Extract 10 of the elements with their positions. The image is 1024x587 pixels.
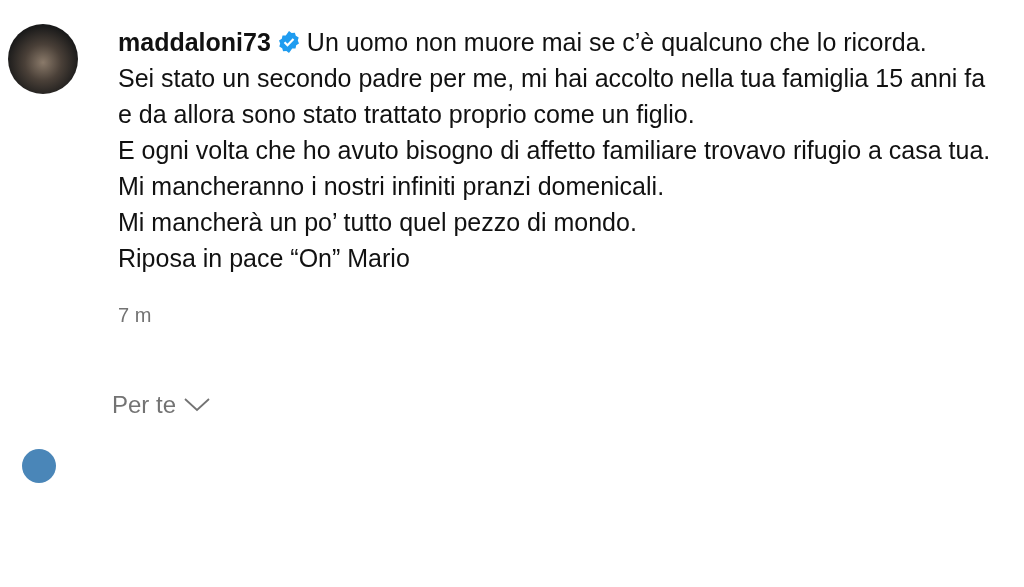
- comment-text: Un uomo non muore mai se c’è qualcuno che lo ricorda.: [306, 28, 927, 56]
- sort-dropdown[interactable]: Per te: [112, 391, 211, 419]
- comment-text: Mi mancherà un po’ tutto quel pezzo di mondo.: [118, 207, 638, 238]
- comment-text: Sei stato un secondo padre per me, mi hai accolto nella tua famiglia 15 anni fa e da allora sono stato trattato proprio come un figlio.: [118, 63, 987, 130]
- timestamp: 7 m: [118, 304, 152, 327]
- chevron-down-icon: [184, 398, 211, 412]
- username-link[interactable]: maddaloni73: [118, 28, 271, 56]
- comment-text: E ogni volta che ho avuto bisogno di affetto familiare trovavo rifugio a casa tua.: [118, 135, 992, 166]
- comment-text: Mi mancheranno i nostri infiniti pranzi domenicali.: [118, 171, 666, 202]
- comment-text: Riposa in pace “On” Mario: [118, 243, 411, 274]
